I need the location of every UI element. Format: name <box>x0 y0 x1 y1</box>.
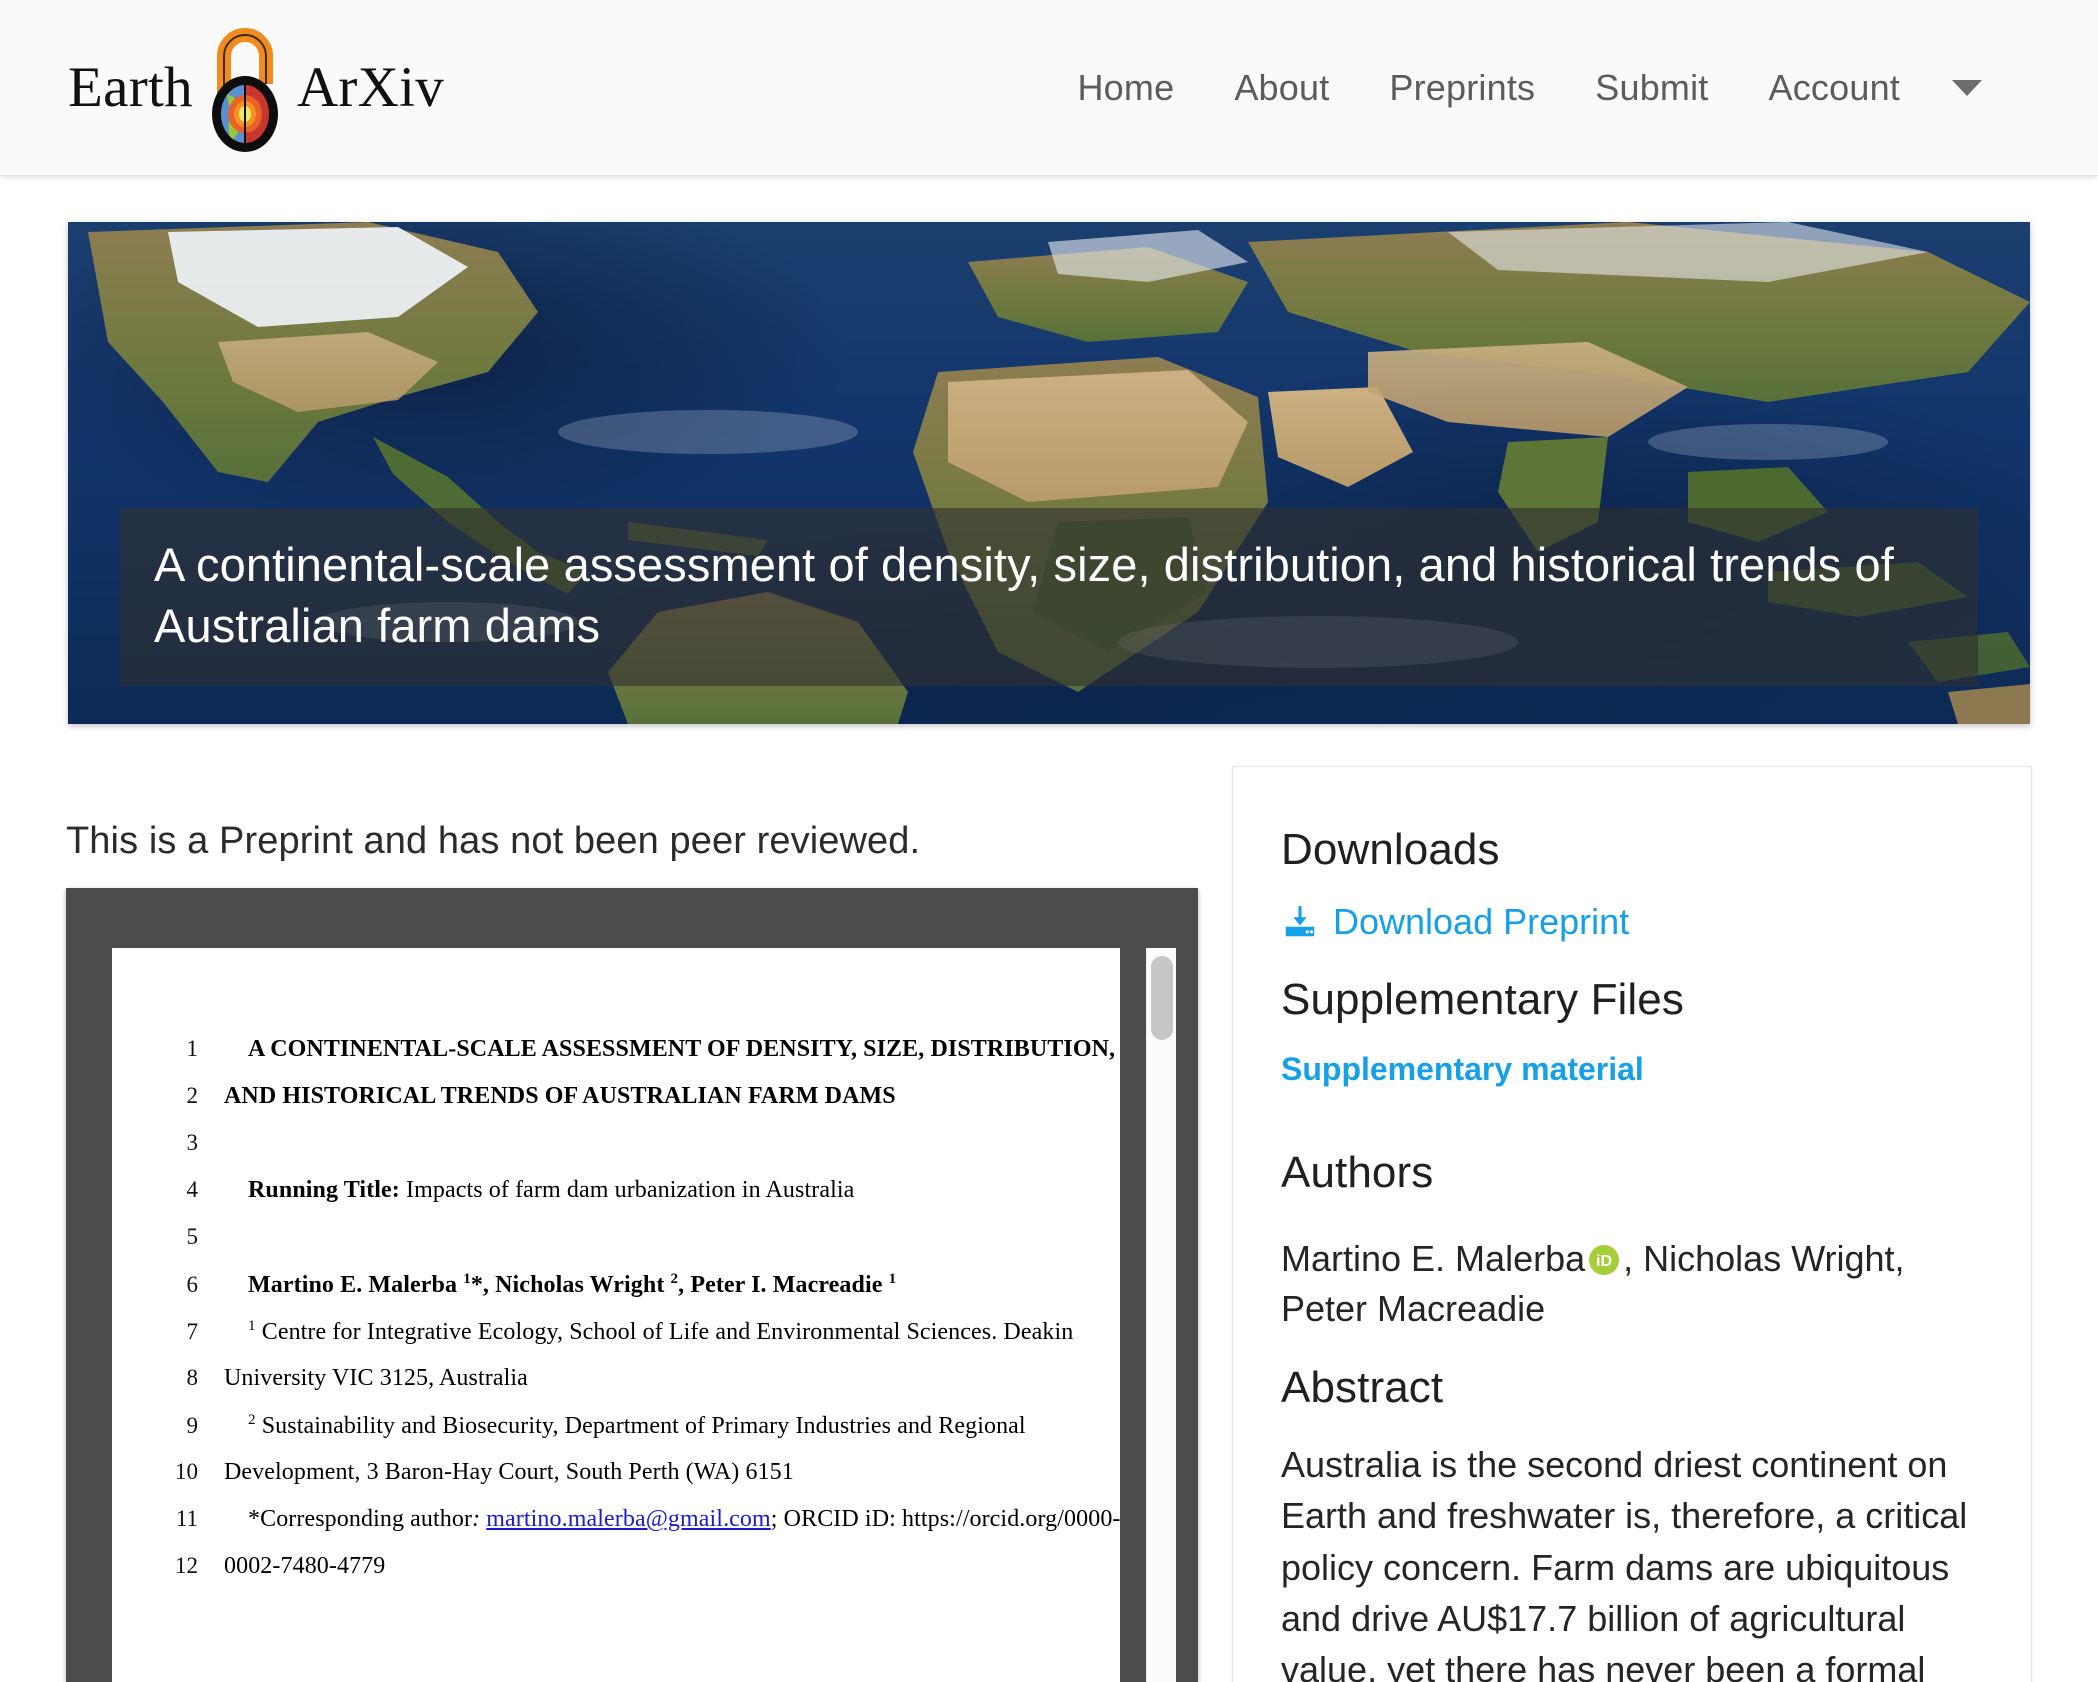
nav-item-about[interactable]: About <box>1204 53 1359 123</box>
pdf-line: 2 AND HISTORICAL TRENDS OF AUSTRALIAN FAR… <box>112 1083 1120 1130</box>
supplementary-files-heading: Supplementary Files <box>1281 975 1684 1024</box>
download-preprint-label: Download Preprint <box>1333 901 1630 942</box>
pdf-scrollbar-track[interactable] <box>1146 948 1176 1682</box>
authors-list: Martino E. Malerba iD, Nicholas Wright, P… <box>1281 1234 1983 1333</box>
downloads-heading: Downloads <box>1281 825 1500 874</box>
pdf-line-number: 7 <box>186 1319 199 1344</box>
brand-word-right: ArXiv <box>296 56 445 119</box>
abstract-body: Australia is the second driest continent… <box>1281 1444 1968 1682</box>
page-title: A continental-scale assessment of densit… <box>154 537 1894 652</box>
pdf-line-number: 12 <box>175 1553 198 1578</box>
pdf-line: 12 0002-7480-4779 <box>112 1553 1120 1600</box>
pdf-line-text: Martino E. Malerba 1*, Nicholas Wright 2… <box>248 1271 897 1298</box>
pdf-line-number: 1 <box>186 1036 199 1061</box>
pdf-line-number: 6 <box>186 1272 199 1297</box>
pdf-line-number: 10 <box>175 1459 198 1484</box>
pdf-line-text: AND HISTORICAL TRENDS OF AUSTRALIAN FARM… <box>224 1083 896 1109</box>
main-navigation: Home About Preprints Submit Account <box>1047 53 1986 123</box>
author-name-primary: Martino E. Malerba <box>1281 1238 1586 1279</box>
chevron-down-icon[interactable] <box>1952 79 1982 96</box>
download-icon <box>1285 906 1315 937</box>
pdf-line-text: Development, 3 Baron-Hay Court, South Pe… <box>224 1459 794 1485</box>
pdf-line-text: *Corresponding author: martino.malerba@g… <box>248 1506 1120 1532</box>
preprint-notice: This is a Preprint and has not been peer… <box>66 820 921 862</box>
pdf-text-lines: 1 A CONTINENTAL-SCALE ASSESSMENT OF DENSI… <box>112 1036 1120 1600</box>
preprint-info-sidebar: Downloads Download Preprint Supplementar… <box>1232 766 2032 1682</box>
pdf-line: 1 A CONTINENTAL-SCALE ASSESSMENT OF DENSI… <box>112 1036 1120 1083</box>
pdf-line-text: A CONTINENTAL-SCALE ASSESSMENT OF DENSIT… <box>248 1036 1116 1062</box>
svg-text:iD: iD <box>1596 1253 1612 1270</box>
pdf-line-text: 1 Centre for Integrative Ecology, School… <box>248 1318 1074 1345</box>
open-padlock-earth-logo-icon <box>197 22 293 154</box>
pdf-line-number: 4 <box>186 1177 199 1202</box>
pdf-line-number: 3 <box>186 1130 199 1155</box>
pdf-scrollbar-thumb[interactable] <box>1151 956 1173 1040</box>
pdf-line: 5 <box>112 1224 1120 1271</box>
hero-banner: A continental-scale assessment of densit… <box>68 222 2030 724</box>
pdf-line-number: 2 <box>186 1083 199 1108</box>
pdf-line: 8 University VIC 3125, Australia <box>112 1365 1120 1412</box>
orcid-id-icon[interactable]: iD <box>1588 1244 1620 1276</box>
site-header: Earth ArXiv Home About Preprints Submit … <box>0 0 2098 176</box>
pdf-line-text: 2 Sustainability and Biosecurity, Depart… <box>248 1412 1026 1439</box>
site-logo-link[interactable]: Earth ArXiv <box>68 23 444 153</box>
abstract-heading: Abstract <box>1281 1363 1444 1413</box>
pdf-line: 9 2 Sustainability and Biosecurity, Depar… <box>112 1412 1120 1459</box>
pdf-page: 1 A CONTINENTAL-SCALE ASSESSMENT OF DENSI… <box>112 948 1120 1682</box>
nav-item-submit[interactable]: Submit <box>1565 53 1738 123</box>
pdf-line-number: 11 <box>175 1506 198 1531</box>
pdf-line-number: 9 <box>186 1413 199 1438</box>
hero-title-overlay: A continental-scale assessment of densit… <box>120 507 1978 686</box>
pdf-line: 6 Martino E. Malerba 1*, Nicholas Wright … <box>112 1271 1120 1318</box>
pdf-line: 7 1 Centre for Integrative Ecology, Schoo… <box>112 1318 1120 1365</box>
download-preprint-link[interactable]: Download Preprint <box>1281 901 1983 943</box>
nav-item-preprints[interactable]: Preprints <box>1359 53 1565 123</box>
authors-heading: Authors <box>1281 1148 1434 1197</box>
nav-item-home[interactable]: Home <box>1047 53 1204 123</box>
nav-item-account[interactable]: Account <box>1739 53 1930 123</box>
pdf-line-number: 5 <box>186 1224 199 1249</box>
pdf-line: 10 Development, 3 Baron-Hay Court, South … <box>112 1459 1120 1506</box>
pdf-line: 3 <box>112 1130 1120 1177</box>
pdf-preview-viewer[interactable]: 1 A CONTINENTAL-SCALE ASSESSMENT OF DENSI… <box>66 888 1198 1682</box>
pdf-line: 4 Running Title: Impacts of farm dam urba… <box>112 1177 1120 1224</box>
brand-word-left: Earth <box>68 56 193 119</box>
pdf-line-text: 0002-7480-4779 <box>224 1553 386 1579</box>
supplementary-material-link[interactable]: Supplementary material <box>1281 1051 1644 1088</box>
pdf-line-text: Running Title: Impacts of farm dam urban… <box>248 1177 855 1203</box>
pdf-line-number: 8 <box>186 1365 199 1390</box>
pdf-line-text: University VIC 3125, Australia <box>224 1365 528 1391</box>
pdf-line: 11 *Corresponding author: martino.malerba… <box>112 1506 1120 1553</box>
preprint-detail-page: Earth ArXiv Home About Preprints Submit … <box>0 0 2098 1682</box>
